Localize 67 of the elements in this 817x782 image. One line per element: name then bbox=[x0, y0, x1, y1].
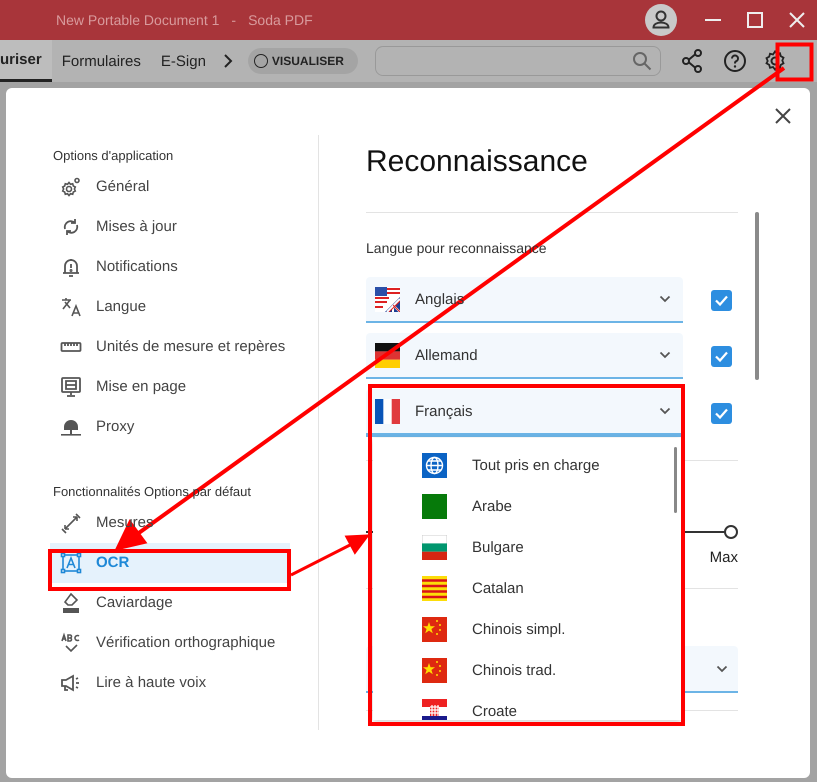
section-heading: Options d'application bbox=[52, 147, 174, 165]
close-icon[interactable] bbox=[787, 10, 807, 30]
spellcheck-icon bbox=[60, 632, 82, 654]
measure-icon bbox=[60, 512, 82, 534]
flag-icon bbox=[422, 535, 447, 560]
dropdown-option[interactable]: Tout pris en charge bbox=[373, 445, 681, 486]
sidebar-item[interactable]: Vérification orthographique bbox=[50, 623, 290, 663]
sidebar-item[interactable]: Caviardage bbox=[50, 583, 290, 623]
dropdown-option[interactable]: Catalan bbox=[373, 568, 681, 609]
panel-title: Reconnaissance bbox=[366, 144, 589, 180]
dropdown-option[interactable]: Chinois simpl. bbox=[373, 609, 681, 650]
scrollbar[interactable] bbox=[755, 212, 759, 380]
gear-icon bbox=[60, 176, 82, 198]
chevron-down-icon bbox=[659, 351, 671, 359]
dropdown-option[interactable]: Croate bbox=[373, 691, 681, 720]
flag-icon bbox=[422, 658, 447, 683]
ribbon-tab[interactable]: Formulaires bbox=[52, 40, 151, 82]
ribbon-tab[interactable]: E-Sign bbox=[150, 40, 216, 82]
chevron-right-icon[interactable] bbox=[222, 52, 234, 70]
checkbox[interactable] bbox=[711, 290, 732, 310]
language-select[interactable]: Allemand bbox=[366, 333, 683, 379]
sidebar-item[interactable]: Langue bbox=[50, 287, 290, 327]
sidebar-item[interactable]: Général bbox=[50, 167, 290, 207]
sidebar-item[interactable]: Mise en page bbox=[50, 367, 290, 407]
flag-icon bbox=[422, 576, 447, 601]
search-field[interactable] bbox=[374, 46, 661, 76]
sidebar-item[interactable]: Unités de mesure et repères bbox=[50, 327, 290, 367]
globe-icon bbox=[422, 453, 447, 478]
search-icon bbox=[632, 51, 652, 71]
slider-thumb[interactable] bbox=[724, 525, 738, 539]
flag-icon bbox=[422, 617, 447, 642]
maximize-icon[interactable] bbox=[745, 10, 765, 30]
chevron-down-icon bbox=[659, 295, 671, 303]
flag-icon bbox=[422, 494, 447, 519]
language-select[interactable]: Français bbox=[366, 389, 683, 437]
flag-icon bbox=[375, 398, 400, 424]
chevron-down-icon bbox=[716, 664, 728, 672]
checkbox[interactable] bbox=[711, 402, 732, 424]
eraser-icon bbox=[60, 592, 82, 614]
checkbox[interactable] bbox=[711, 346, 732, 366]
scrollbar[interactable] bbox=[674, 447, 677, 513]
ribbon-tab[interactable]: uriser bbox=[0, 40, 52, 82]
help-icon[interactable] bbox=[722, 49, 747, 73]
settings-icon[interactable] bbox=[762, 49, 787, 73]
sidebar-item[interactable]: Mises à jour bbox=[50, 207, 290, 247]
flag-icon bbox=[375, 286, 400, 312]
title-separator: - bbox=[231, 12, 236, 28]
share-icon[interactable] bbox=[680, 49, 703, 73]
translate-icon bbox=[60, 296, 82, 318]
user-avatar-icon[interactable] bbox=[645, 4, 677, 36]
monitor-icon bbox=[60, 376, 82, 398]
app-name: Soda PDF bbox=[248, 12, 313, 28]
view-toggle[interactable]: VISUALISER bbox=[248, 48, 358, 74]
sidebar-item[interactable]: Notifications bbox=[50, 247, 290, 287]
bell-icon bbox=[60, 256, 82, 278]
megaphone-icon bbox=[60, 672, 82, 694]
dropdown-option[interactable]: Chinois trad. bbox=[373, 650, 681, 691]
dropdown-option[interactable]: Bulgare bbox=[373, 527, 681, 568]
chevron-down-icon bbox=[659, 407, 671, 415]
highlight-frame bbox=[776, 42, 814, 82]
text-frame-icon bbox=[60, 552, 82, 574]
dropdown-option[interactable]: Arabe bbox=[373, 486, 681, 527]
window-title: New Portable Document 1 bbox=[56, 12, 220, 28]
close-icon[interactable] bbox=[775, 108, 791, 124]
slider-max-label: Max bbox=[710, 549, 738, 566]
sidebar-item[interactable]: Proxy bbox=[50, 407, 290, 447]
sidebar-item[interactable]: Lire à haute voix bbox=[50, 663, 290, 703]
